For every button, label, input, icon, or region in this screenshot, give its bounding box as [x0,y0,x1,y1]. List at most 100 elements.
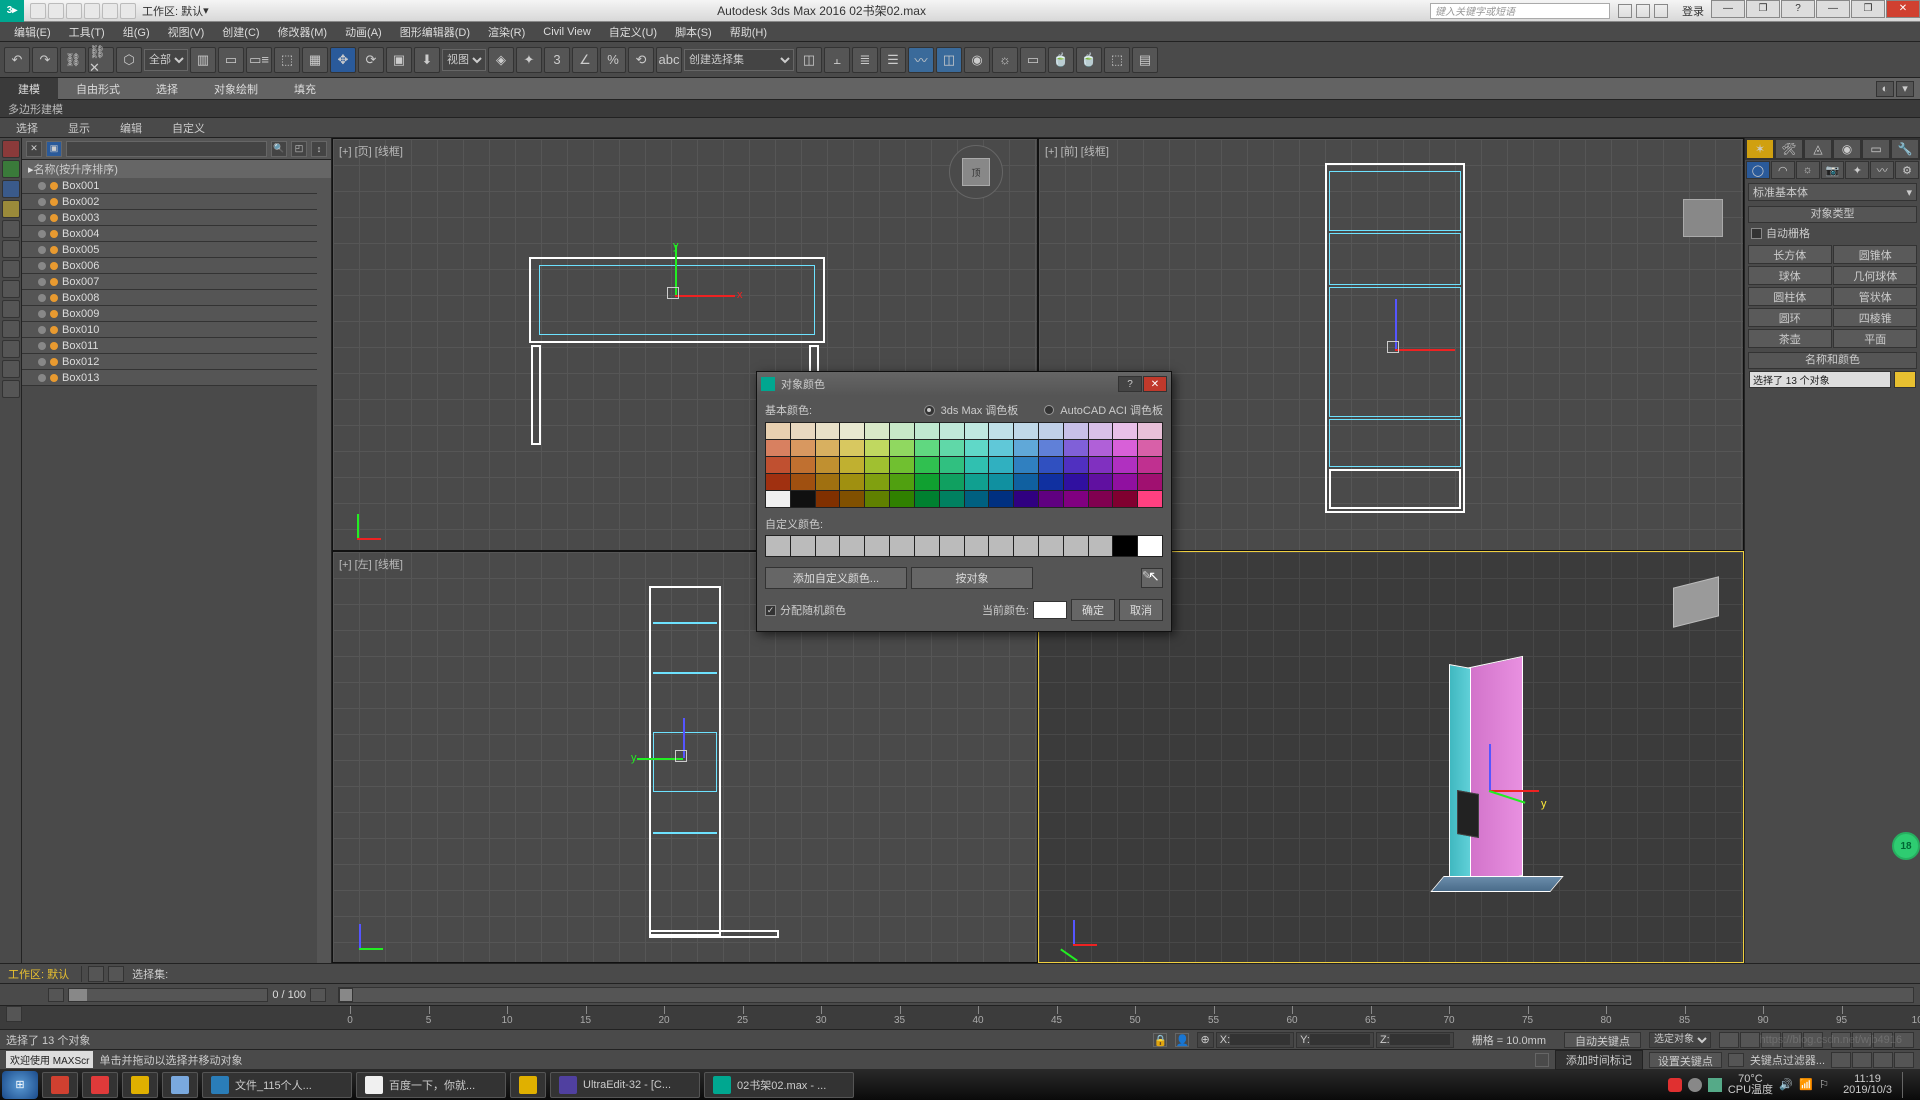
taskbar-item[interactable] [82,1072,118,1098]
spinner-snap-icon[interactable]: ⟲ [628,47,654,73]
viewcube[interactable]: 顶 [949,145,1003,199]
align-icon[interactable]: ⫠ [824,47,850,73]
ok-button[interactable]: 确定 [1071,599,1115,621]
list-item[interactable]: Box001 [22,178,317,194]
color-swatch[interactable] [1089,440,1113,456]
color-swatch[interactable] [1138,440,1162,456]
chevron-down-icon[interactable]: ▾ [203,4,213,17]
by-object-button[interactable]: 按对象 [911,567,1033,589]
sort-header[interactable]: ▸ 名称(按升序排序) [22,160,331,178]
strip-icon[interactable] [2,160,20,178]
color-swatch[interactable] [865,474,889,490]
color-swatch[interactable] [1064,423,1088,439]
tab-create-icon[interactable]: ✶ [1746,139,1774,159]
primitive-button[interactable]: 圆锥体 [1833,245,1917,264]
view-toggle-icon[interactable]: ◰ [291,141,307,157]
color-swatch[interactable] [1014,474,1038,490]
rotate-icon[interactable]: ⟳ [358,47,384,73]
color-swatch[interactable] [766,423,790,439]
autogrid-checkbox[interactable] [1751,228,1762,239]
move-icon[interactable]: ✥ [330,47,356,73]
nav-maximize-icon[interactable] [1873,1052,1893,1068]
color-swatch[interactable] [1138,423,1162,439]
rollout-object-type[interactable]: 对象类型 [1748,206,1917,223]
custom-color-slot[interactable] [1138,536,1162,556]
list-item[interactable]: Box006 [22,258,317,274]
strip-icon[interactable] [2,220,20,238]
prev-frame-icon[interactable] [1740,1032,1760,1048]
dialog-help-button[interactable]: ? [1118,376,1142,392]
menu-item[interactable]: 编辑(E) [8,24,57,40]
list-item[interactable]: Box009 [22,306,317,322]
search-icon[interactable]: 🔍 [271,141,287,157]
menu-item[interactable]: 视图(V) [162,24,211,40]
strip-icon[interactable] [2,340,20,358]
primitive-button[interactable]: 球体 [1748,266,1832,285]
help-button[interactable]: ? [1781,0,1815,18]
color-swatch[interactable] [865,491,889,507]
color-swatch[interactable] [766,440,790,456]
color-swatch[interactable] [940,457,964,473]
current-color-swatch[interactable] [1033,601,1067,619]
ribbon-tab[interactable]: 建模 [0,78,58,100]
workspace-label2[interactable]: 工作区: 默认 [0,966,77,982]
color-swatch[interactable] [1064,491,1088,507]
strip-icon[interactable] [2,240,20,258]
setkey-button[interactable]: 设置关键点 [1649,1052,1722,1068]
rollout-name-color[interactable]: 名称和颜色 [1748,352,1917,369]
color-swatch[interactable] [791,491,815,507]
open-container-icon[interactable]: ▤ [1132,47,1158,73]
viewport-label[interactable]: [+] [页] [线框] [339,143,403,159]
tab-utilities-icon[interactable]: 🔧 [1891,139,1919,159]
selset-icon[interactable] [108,966,124,982]
color-swatch[interactable] [1113,457,1137,473]
color-swatch[interactable] [940,474,964,490]
track-mode-icon[interactable] [48,988,64,1002]
color-swatch[interactable] [1113,474,1137,490]
trackbar-scroll[interactable] [68,988,268,1002]
filter-icon[interactable]: ▥ [190,47,216,73]
menu-item[interactable]: 帮助(H) [724,24,773,40]
ref-coord-dropdown[interactable]: 视图 [442,49,486,71]
erase-icon[interactable]: abc [656,47,682,73]
script-listener[interactable]: 欢迎使用 MAXScr [6,1051,93,1068]
custom-color-slot[interactable] [766,536,790,556]
custom-color-slot[interactable] [1113,536,1137,556]
selection-scope-dropdown[interactable]: 全部 [144,49,188,71]
snap-toggle-icon[interactable]: 3 [544,47,570,73]
nav-pan-icon[interactable] [1831,1052,1851,1068]
cat-shapes-icon[interactable]: ◠ [1771,161,1795,179]
color-swatch[interactable] [1039,440,1063,456]
time-slider[interactable] [338,987,1914,1003]
color-swatch[interactable] [1138,457,1162,473]
manip-icon[interactable]: ✦ [516,47,542,73]
strip-icon[interactable] [2,380,20,398]
list-item[interactable]: Box010 [22,322,317,338]
sort-icon[interactable]: ↕ [311,141,327,157]
color-swatch[interactable] [1039,491,1063,507]
menu-item[interactable]: 渲染(R) [482,24,531,40]
cat-lights-icon[interactable]: ☼ [1796,161,1820,179]
ribbon-toggle-icon[interactable]: ◐ [1876,81,1894,97]
color-swatch[interactable] [865,423,889,439]
pivot-icon[interactable]: ◈ [488,47,514,73]
qa-undo-icon[interactable] [84,3,100,19]
list-item[interactable]: Box004 [22,226,317,242]
cat-helpers-icon[interactable]: ✦ [1845,161,1869,179]
color-swatch[interactable] [965,474,989,490]
custom-color-slot[interactable] [1014,536,1038,556]
named-selset-dropdown[interactable]: 创建选择集 [684,49,794,71]
color-swatch[interactable] [840,423,864,439]
menu-item[interactable]: 修改器(M) [272,24,334,40]
custom-color-slot[interactable] [840,536,864,556]
custom-color-slot[interactable] [890,536,914,556]
color-swatch[interactable] [1089,491,1113,507]
viewport-label[interactable]: [+] [左] [线框] [339,556,403,572]
star-icon[interactable] [1636,4,1650,18]
eyedropper-icon[interactable]: ✎ [1141,568,1163,588]
list-item[interactable]: Box012 [22,354,317,370]
color-swatch[interactable] [1113,423,1137,439]
custom-color-slot[interactable] [915,536,939,556]
ribbon-tab[interactable]: 填充 [276,78,334,100]
close-icon[interactable]: ✕ [26,141,42,157]
